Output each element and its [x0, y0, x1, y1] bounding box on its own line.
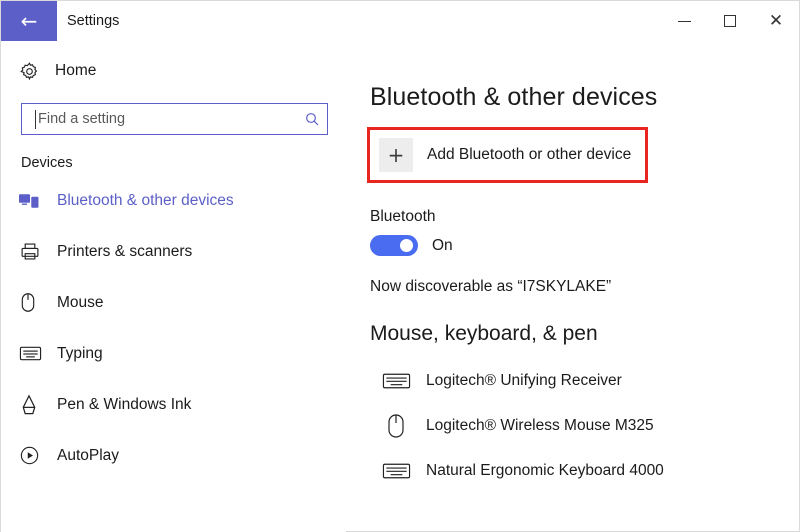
sidebar-item-home[interactable]: Home — [1, 51, 346, 91]
sidebar-item-label: Bluetooth & other devices — [57, 191, 234, 209]
device-list-item[interactable]: Logitech® Unifying Receiver — [370, 358, 799, 403]
pen-icon — [19, 394, 49, 415]
plus-icon: + — [379, 138, 413, 172]
back-button[interactable]: ← — [1, 1, 57, 41]
mouse-icon — [19, 292, 49, 313]
bluetooth-toggle-row: On — [370, 235, 799, 256]
sidebar-item-typing[interactable]: Typing — [1, 328, 346, 379]
search-box[interactable] — [21, 103, 328, 135]
sidebar-item-label: Typing — [57, 344, 103, 362]
back-arrow-icon: ← — [20, 9, 38, 33]
device-list-item[interactable]: Logitech® Wireless Mouse M325 — [370, 403, 799, 448]
device-name: Logitech® Wireless Mouse M325 — [426, 416, 654, 434]
bluetooth-toggle-state: On — [432, 236, 453, 254]
sidebar-item-label: Printers & scanners — [57, 242, 193, 260]
sidebar-home-label: Home — [55, 62, 97, 79]
discoverable-text: Now discoverable as “I7SKYLAKE” — [370, 278, 612, 295]
device-name: Natural Ergonomic Keyboard 4000 — [426, 461, 664, 479]
keyboard-icon — [370, 371, 422, 391]
minimize-button[interactable] — [661, 1, 707, 41]
sidebar-item-label: AutoPlay — [57, 446, 120, 464]
sidebar-item-printers-scanners[interactable]: Printers & scanners — [1, 226, 346, 277]
sidebar-nav-list: Bluetooth & other devices Printers & sca… — [1, 175, 346, 481]
search-icon[interactable] — [297, 111, 327, 127]
autoplay-icon — [19, 445, 49, 466]
title-bar: ← Settings ✕ — [1, 1, 799, 41]
sidebar-item-label: Pen & Windows Ink — [57, 395, 192, 413]
printer-icon — [19, 241, 49, 262]
peripherals-heading: Mouse, keyboard, & pen — [370, 322, 598, 345]
bluetooth-toggle[interactable] — [370, 235, 418, 256]
sidebar-item-label: Mouse — [57, 293, 104, 311]
add-device-label: Add Bluetooth or other device — [427, 146, 632, 163]
toggle-knob — [400, 239, 413, 252]
gear-icon — [19, 61, 47, 82]
bluetooth-devices-icon — [19, 191, 49, 211]
window-title: Settings — [67, 13, 120, 29]
maximize-icon — [724, 15, 736, 27]
text-caret — [35, 110, 36, 129]
minimize-icon — [677, 20, 691, 22]
add-bluetooth-or-other-device-button[interactable]: + Add Bluetooth or other device — [370, 130, 645, 180]
keyboard-icon — [370, 461, 422, 481]
settings-window: ← Settings ✕ Home Find a setting Devices… — [0, 0, 800, 532]
bluetooth-section-label: Bluetooth — [370, 208, 436, 225]
sidebar: Home Devices — [1, 41, 346, 532]
keyboard-icon — [19, 345, 49, 362]
window-body: Home Devices — [1, 41, 799, 532]
device-list-item[interactable]: Natural Ergonomic Keyboard 4000 — [370, 448, 799, 493]
mouse-icon — [370, 413, 422, 439]
page-title: Bluetooth & other devices — [370, 83, 658, 111]
sidebar-item-autoplay[interactable]: AutoPlay — [1, 430, 346, 481]
caption-buttons: ✕ — [661, 1, 799, 41]
sidebar-item-pen-windows-ink[interactable]: Pen & Windows Ink — [1, 379, 346, 430]
sidebar-item-mouse[interactable]: Mouse — [1, 277, 346, 328]
close-button[interactable]: ✕ — [753, 1, 799, 41]
search-input[interactable] — [22, 104, 297, 134]
sidebar-item-bluetooth-other-devices[interactable]: Bluetooth & other devices — [1, 175, 346, 226]
main-pane: Bluetooth & other devices + Add Bluetoot… — [346, 41, 799, 532]
sidebar-group-heading: Devices — [21, 155, 73, 171]
device-name: Logitech® Unifying Receiver — [426, 371, 622, 389]
close-icon: ✕ — [768, 10, 784, 31]
maximize-button[interactable] — [707, 1, 753, 41]
add-device-container: + Add Bluetooth or other device — [367, 127, 649, 183]
